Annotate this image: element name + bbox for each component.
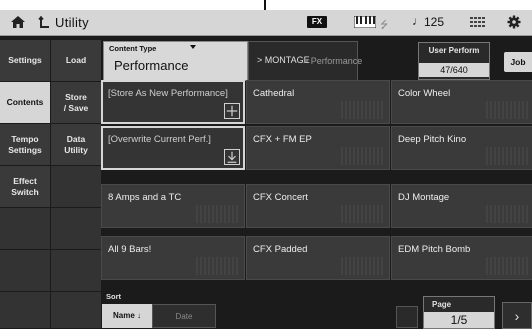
overwrite-current-button[interactable]: [Overwrite Current Perf.] <box>101 126 245 170</box>
display-panel: Utility FX ⭍ ♩ 125 Settings Load Content… <box>0 10 532 329</box>
page-title: Utility <box>55 15 89 30</box>
nav-contents[interactable]: Contents <box>0 82 51 124</box>
list-item[interactable]: All 9 Bars! <box>101 236 245 280</box>
thumbnail <box>196 257 240 275</box>
cell-label: [Store As New Performance] <box>108 88 228 99</box>
page-value: 1/5 <box>424 312 494 328</box>
nav-data-utility[interactable]: Data Utility <box>51 124 102 166</box>
nav-empty <box>51 292 102 329</box>
list-item[interactable]: CFX Padded <box>246 236 390 280</box>
tempo-note-icon: ♩ <box>412 14 424 28</box>
thumbnail <box>341 257 385 275</box>
content-type-selector[interactable]: Content Type Performance <box>103 41 248 81</box>
user-perform-label: User Perform <box>428 46 480 55</box>
plus-icon <box>224 103 240 119</box>
nav-load[interactable]: Load <box>51 40 102 82</box>
list-item[interactable]: CFX Concert <box>246 184 390 228</box>
thumbnail <box>486 205 530 223</box>
page-label: Page <box>432 300 452 309</box>
store-as-new-button[interactable]: [Store As New Performance] <box>101 80 245 124</box>
job-button[interactable]: Job <box>504 52 532 72</box>
page-prev-button[interactable] <box>396 306 418 328</box>
fx-indicator[interactable]: FX <box>307 16 327 28</box>
nav-empty <box>51 250 102 292</box>
list-item[interactable]: 8 Amps and a TC <box>101 184 245 228</box>
nav-empty <box>51 208 102 250</box>
usb-icon: ⭍ <box>380 20 389 31</box>
list-item[interactable]: CFX + FM EP <box>246 126 390 170</box>
thumbnail <box>486 147 530 165</box>
sort-by-name-button[interactable]: Name ↓ <box>102 304 152 328</box>
nav-tempo-settings[interactable]: Tempo Settings <box>0 124 51 166</box>
cell-label: [Overwrite Current Perf.] <box>108 134 211 145</box>
thumbnail <box>196 205 240 223</box>
list-item[interactable]: Cathedral <box>246 80 390 124</box>
list-item[interactable]: Deep Pitch Kino <box>391 126 532 170</box>
nav-settings[interactable]: Settings <box>0 40 51 82</box>
sort-label: Sort <box>106 292 121 301</box>
content-type-value: Performance <box>114 58 189 73</box>
utility-icon <box>38 16 49 28</box>
status-bar: Utility FX ⭍ ♩ 125 <box>0 10 532 36</box>
keyboard-icon <box>354 16 376 28</box>
quick-access-icon[interactable] <box>470 17 486 28</box>
breadcrumb-target: > Performance <box>303 56 363 66</box>
home-icon[interactable] <box>10 14 26 30</box>
thumbnail <box>486 257 530 275</box>
thumbnail <box>341 101 385 119</box>
thumbnail <box>486 101 530 119</box>
user-perform-count: 47/640 <box>419 63 489 77</box>
sort-by-date-button[interactable]: Date <box>152 304 216 328</box>
nav-effect-switch[interactable]: Effect Switch <box>0 166 51 208</box>
nav-empty <box>51 166 102 208</box>
list-item[interactable]: EDM Pitch Bomb <box>391 236 532 280</box>
list-item[interactable]: DJ Montage <box>391 184 532 228</box>
nav-empty <box>0 292 51 329</box>
page-indicator: Page 1/5 <box>423 296 495 329</box>
thumbnail <box>341 147 385 165</box>
tempo-value[interactable]: 125 <box>424 15 444 29</box>
thumbnail <box>341 205 385 223</box>
chevron-down-icon <box>190 45 196 49</box>
content-type-label: Content Type <box>109 44 157 53</box>
nav-store-save[interactable]: Store / Save <box>51 82 102 124</box>
list-item[interactable]: Color Wheel <box>391 80 532 124</box>
user-perform-counter: User Perform 47/640 <box>418 42 490 80</box>
page-next-button[interactable]: › <box>502 302 532 329</box>
download-icon <box>224 149 240 165</box>
nav-empty <box>0 208 51 250</box>
gear-icon[interactable] <box>507 15 521 29</box>
nav-empty <box>0 250 51 292</box>
